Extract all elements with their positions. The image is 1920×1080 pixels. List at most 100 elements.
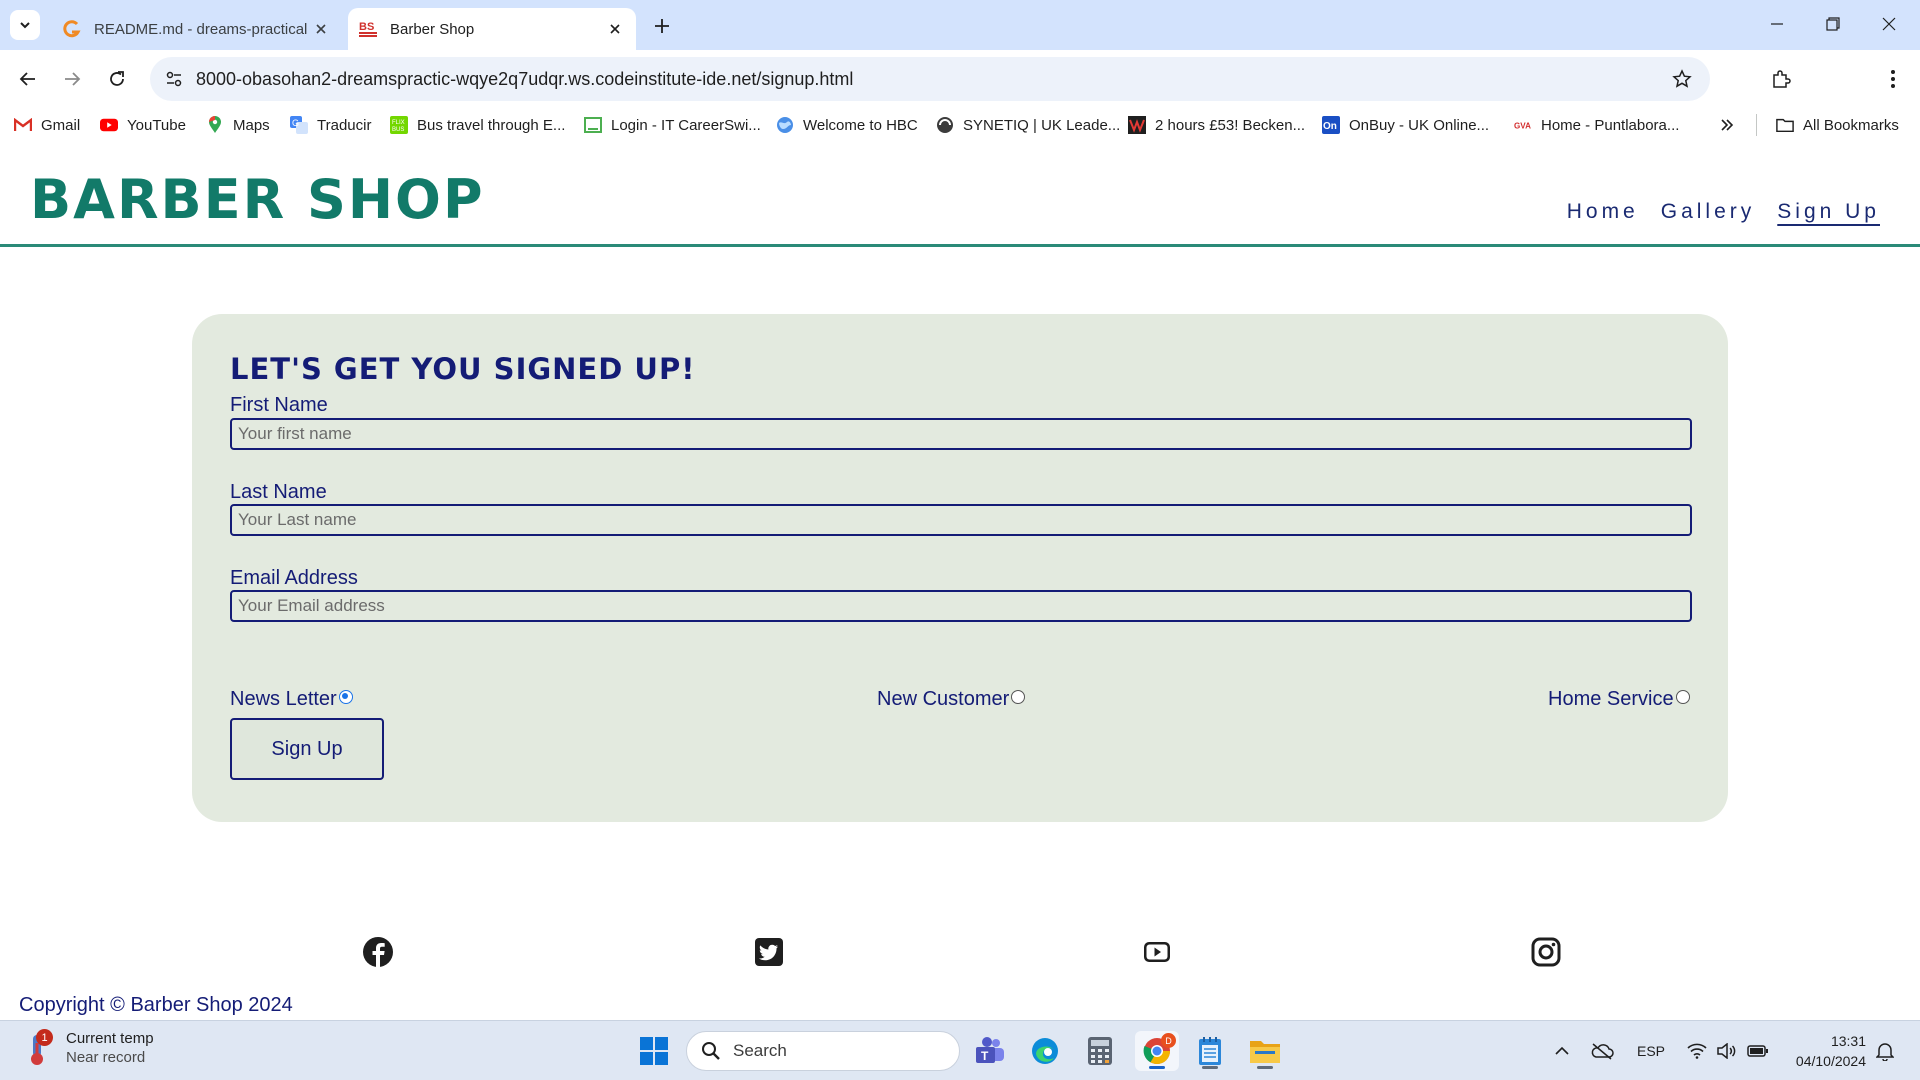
plus-icon xyxy=(655,19,669,33)
weather-widget[interactable]: 1 Current temp Near record xyxy=(24,1029,154,1067)
signup-form: LET'S GET YOU SIGNED UP! First Name Last… xyxy=(192,314,1728,822)
twitter-icon[interactable] xyxy=(752,935,786,969)
bookmark-puntlabora[interactable]: GVA Home - Puntlabora... xyxy=(1514,114,1679,136)
forward-button[interactable] xyxy=(57,64,87,94)
folder-icon xyxy=(1250,1041,1280,1063)
close-icon[interactable] xyxy=(310,18,332,40)
last-name-input[interactable] xyxy=(230,504,1692,536)
bookmark-label: All Bookmarks xyxy=(1803,116,1899,134)
careerswitch-icon xyxy=(584,116,602,134)
youtube-icon[interactable] xyxy=(1140,935,1174,969)
reload-button[interactable] xyxy=(102,64,132,94)
bookmark-star-icon[interactable] xyxy=(1668,65,1696,93)
active-indicator xyxy=(1149,1066,1165,1069)
minimize-icon xyxy=(1771,23,1783,25)
option-label: Home Service xyxy=(1548,688,1674,710)
folder-icon xyxy=(1776,116,1794,134)
nav-sign-up[interactable]: Sign Up xyxy=(1777,200,1880,224)
close-icon xyxy=(1882,17,1896,31)
bookmark-gmail[interactable]: Gmail xyxy=(14,114,80,136)
arrow-right-icon xyxy=(65,72,81,86)
news-letter-radio[interactable] xyxy=(338,689,353,704)
tab-search-button[interactable] xyxy=(10,10,40,40)
close-window-button[interactable] xyxy=(1866,8,1912,40)
bookmark-youtube[interactable]: YouTube xyxy=(100,114,186,136)
all-bookmarks-button[interactable]: All Bookmarks xyxy=(1776,114,1899,136)
bookmark-careerswitch[interactable]: Login - IT CareerSwi... xyxy=(584,114,761,136)
bookmark-label: OnBuy - UK Online... xyxy=(1349,116,1490,134)
chrome-app[interactable]: D xyxy=(1135,1031,1179,1071)
menu-button[interactable] xyxy=(1878,64,1908,94)
volume-icon[interactable] xyxy=(1716,1039,1738,1063)
tab-title: Barber Shop xyxy=(390,20,475,38)
first-name-label: First Name xyxy=(230,394,328,416)
language-indicator[interactable]: ESP xyxy=(1636,1039,1666,1063)
gmail-icon xyxy=(14,116,32,134)
barber-shop-favicon-icon: BS xyxy=(358,19,378,39)
maps-icon xyxy=(206,116,224,134)
tab-readme[interactable]: README.md - dreams-practical xyxy=(52,8,342,50)
nav-gallery[interactable]: Gallery xyxy=(1661,200,1756,224)
url-text[interactable]: 8000-obasohan2-dreamspractic-wqye2q7udqr… xyxy=(196,69,853,90)
gva-icon: GVA xyxy=(1514,116,1532,134)
notepad-icon xyxy=(1199,1037,1221,1065)
home-service-radio[interactable] xyxy=(1675,689,1690,704)
show-hidden-icons-button[interactable] xyxy=(1552,1039,1572,1063)
minimize-button[interactable] xyxy=(1754,8,1800,40)
calculator-app[interactable] xyxy=(1080,1031,1120,1071)
flixbus-icon: FLIX BUS xyxy=(390,116,408,134)
option-new-customer[interactable]: New Customer xyxy=(877,688,1026,711)
bookmark-maps[interactable]: Maps xyxy=(206,114,270,136)
running-indicator xyxy=(1202,1066,1218,1069)
first-name-input[interactable] xyxy=(230,418,1692,450)
globe-icon xyxy=(776,116,794,134)
clock-date: 04/10/2024 xyxy=(1795,1053,1866,1069)
option-home-service[interactable]: Home Service xyxy=(1548,688,1690,711)
battery-icon[interactable] xyxy=(1746,1039,1770,1063)
new-tab-button[interactable] xyxy=(648,12,676,40)
gitpod-favicon-icon xyxy=(62,19,82,39)
svg-text:BS: BS xyxy=(359,21,374,33)
close-icon[interactable] xyxy=(604,18,626,40)
bookmark-flixbus[interactable]: FLIX BUS Bus travel through E... xyxy=(390,114,565,136)
tab-barber-shop[interactable]: BS Barber Shop xyxy=(348,8,636,50)
site-logo[interactable]: BARBER SHOP xyxy=(30,168,485,231)
teams-app[interactable]: T xyxy=(970,1031,1010,1071)
site-header: BARBER SHOP Home Gallery Sign Up xyxy=(0,142,1920,247)
bookmark-becken[interactable]: 2 hours £53! Becken... xyxy=(1128,114,1305,136)
svg-text:T: T xyxy=(981,1049,989,1063)
address-bar[interactable]: 8000-obasohan2-dreamspractic-wqye2q7udqr… xyxy=(150,57,1710,101)
taskbar-search[interactable]: Search xyxy=(686,1031,960,1071)
option-news-letter[interactable]: News Letter xyxy=(230,688,353,711)
bookmarks-overflow-button[interactable] xyxy=(1718,114,1745,136)
option-label: New Customer xyxy=(877,688,1010,710)
instagram-icon[interactable] xyxy=(1529,935,1563,969)
restore-button[interactable] xyxy=(1810,8,1856,40)
thermometer-icon: 1 xyxy=(24,1029,58,1067)
new-customer-radio[interactable] xyxy=(1011,689,1026,704)
file-explorer-app[interactable] xyxy=(1245,1031,1285,1071)
edge-app[interactable] xyxy=(1025,1031,1065,1071)
sign-up-button[interactable]: Sign Up xyxy=(230,718,384,780)
start-button[interactable] xyxy=(634,1031,674,1071)
extensions-button[interactable] xyxy=(1766,64,1796,94)
onedrive-tray[interactable] xyxy=(1590,1039,1614,1063)
system-clock[interactable]: 13:31 04/10/2024 xyxy=(1786,1031,1866,1071)
bookmark-label: YouTube xyxy=(127,116,186,134)
email-input[interactable] xyxy=(230,590,1692,622)
back-button[interactable] xyxy=(13,64,43,94)
bookmark-synetiq[interactable]: SYNETIQ | UK Leade... xyxy=(936,114,1120,136)
notepad-app[interactable] xyxy=(1190,1031,1230,1071)
bookmark-traducir[interactable]: G Traducir xyxy=(290,114,371,136)
bookmark-label: Welcome to HBC xyxy=(803,116,918,134)
bookmark-onbuy[interactable]: On OnBuy - UK Online... xyxy=(1322,114,1489,136)
becken-icon xyxy=(1128,116,1146,134)
bookmark-hbc[interactable]: Welcome to HBC xyxy=(776,114,918,136)
site-info-icon[interactable] xyxy=(160,65,188,93)
notifications-bell-icon[interactable] xyxy=(1874,1039,1896,1063)
wifi-icon[interactable] xyxy=(1686,1039,1708,1063)
browser-toolbar: 8000-obasohan2-dreamspractic-wqye2q7udqr… xyxy=(0,50,1920,142)
nav-home[interactable]: Home xyxy=(1567,200,1639,224)
facebook-icon[interactable] xyxy=(361,935,395,969)
option-label: News Letter xyxy=(230,688,337,710)
